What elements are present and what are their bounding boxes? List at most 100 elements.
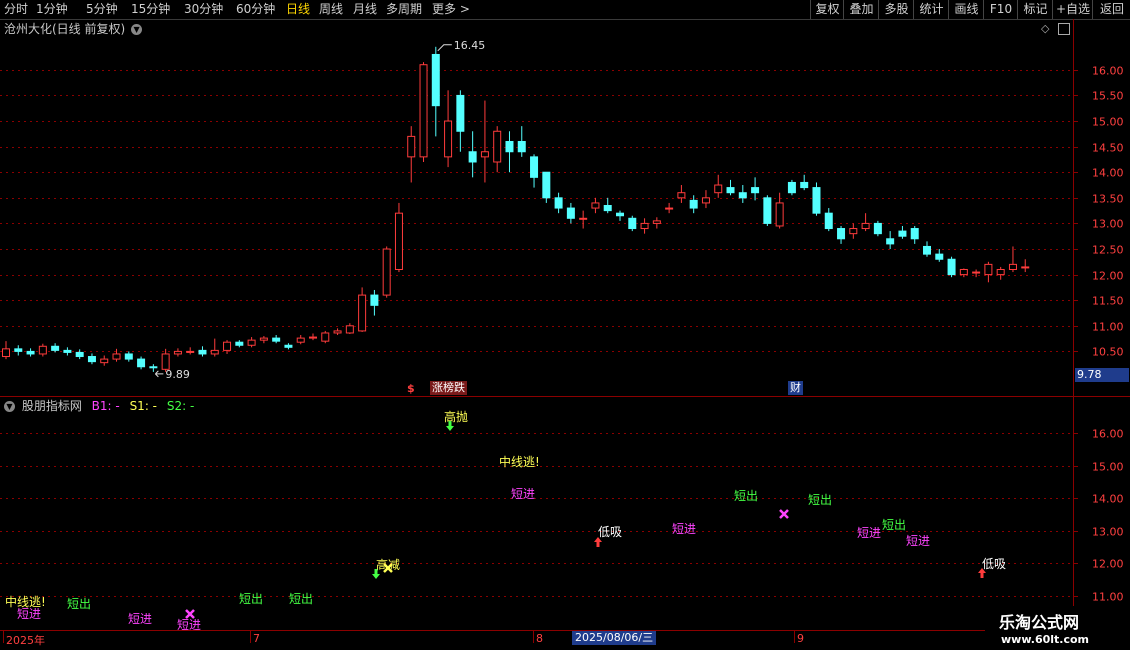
period-tab-5min[interactable]: 5分钟 (86, 1, 118, 18)
mark-button[interactable]: 标记 (1017, 0, 1053, 19)
indicator-y-label: 12.00 (1092, 558, 1124, 571)
signal-label: 短进 (17, 607, 41, 621)
candle-body (51, 345, 60, 351)
event-badge-finance[interactable]: 财 (788, 381, 803, 395)
date-label-sep: 9 (797, 632, 804, 645)
candle-body (407, 135, 416, 158)
period-tab-weekly[interactable]: 周线 (319, 1, 343, 18)
candle-body (996, 268, 1005, 276)
period-tab-multi[interactable]: 多周期 (386, 1, 422, 18)
signal-label: 低吸 (598, 525, 622, 539)
indicator-chart[interactable]: 16.0015.0014.0013.0012.0011.00中线逃!短进短出短进… (0, 397, 1130, 630)
period-tab-intraday[interactable]: 分时 (4, 1, 28, 18)
period-tab-15min[interactable]: 15分钟 (131, 1, 170, 18)
y-tick-label: 11.00 (1092, 321, 1124, 334)
statistics-button[interactable]: 统计 (913, 0, 949, 19)
y-tick-label: 12.00 (1092, 270, 1124, 283)
candle-body (75, 351, 84, 358)
candle-body (480, 151, 489, 158)
y-tick-label: 12.50 (1092, 244, 1124, 257)
high-price-label: 16.45 (454, 39, 486, 52)
candlestick-chart[interactable]: 10.50 11.00 11.50 12.00 12.50 13.00 13.50 14.00… (0, 19, 1130, 396)
last-price-badge: 9.78 (1075, 368, 1129, 382)
candle-body (358, 294, 367, 332)
y-tick-label: 11.50 (1092, 295, 1124, 308)
f10-button[interactable]: F10 (983, 0, 1018, 19)
period-tab-30min[interactable]: 30分钟 (184, 1, 223, 18)
date-tick-jul (250, 631, 251, 643)
signal-label: 短进 (511, 487, 535, 501)
period-tab-1min[interactable]: 1分钟 (36, 1, 68, 18)
date-label-year: 2025年 (6, 634, 45, 647)
candle-body (738, 192, 747, 199)
indicator-y-label: 13.00 (1092, 526, 1124, 539)
candle-body (272, 337, 281, 342)
candle-body (186, 350, 195, 353)
candle-body (898, 230, 907, 237)
date-axis: 2025年 7 8 9 2025/08/06/三 (0, 631, 1130, 650)
low-arrow (155, 370, 164, 378)
candle-body (517, 141, 526, 153)
signal-label: 低吸 (982, 557, 1006, 571)
candle-body (640, 222, 649, 230)
candle-body (701, 197, 710, 204)
candle-body (419, 64, 428, 158)
back-button[interactable]: 返回 (1092, 0, 1130, 19)
period-toolbar: 分时 1分钟 5分钟 15分钟 30分钟 60分钟 日线 周线 月线 多周期 更… (0, 0, 1130, 20)
candle-body (714, 184, 723, 194)
y-tick-label: 14.00 (1092, 167, 1124, 180)
signal-label: 短进 (177, 618, 201, 630)
candle-body (235, 341, 244, 346)
candle-body (223, 341, 232, 351)
candle-body (923, 245, 931, 255)
cross-marker-icon (779, 509, 789, 519)
signal-label: 短出 (239, 592, 263, 606)
candle-body (333, 330, 342, 334)
candle-body (1008, 263, 1017, 270)
candle-body (505, 141, 514, 153)
candle-body (382, 248, 391, 296)
candle-body (787, 181, 796, 194)
candle-body (468, 151, 477, 163)
candle-body (554, 197, 563, 209)
event-badge-limit[interactable]: 涨榜跌 (430, 381, 467, 395)
signal-label: 短出 (734, 489, 758, 503)
candle-body (321, 332, 330, 342)
period-tab-monthly[interactable]: 月线 (353, 1, 377, 18)
candle-body (763, 197, 772, 224)
period-tab-more[interactable]: 更多 > (432, 1, 470, 18)
candle-body (751, 187, 760, 194)
date-tick-year (3, 631, 4, 643)
multi-stock-button[interactable]: 多股 (878, 0, 914, 19)
signal-label: 短进 (672, 522, 696, 536)
candle-body (566, 207, 575, 219)
candle-body (910, 228, 919, 240)
candle-body (947, 258, 956, 276)
candle-body (837, 228, 846, 240)
add-watchlist-button[interactable]: +自选 (1052, 0, 1093, 19)
cross-marker-icon (185, 609, 195, 619)
cursor-date-badge: 2025/08/06/三 (572, 631, 657, 645)
signal-label: 短出 (289, 592, 313, 606)
candle-body (210, 349, 219, 355)
restore-rights-button[interactable]: 复权 (810, 0, 844, 19)
candle-body (972, 271, 981, 274)
candle-body (775, 202, 784, 227)
period-tab-daily[interactable]: 日线 (286, 1, 310, 18)
candle-body (886, 238, 895, 245)
event-badge-dollar[interactable]: $ (407, 382, 415, 395)
candle-body (198, 349, 207, 355)
y-tick-label: 13.00 (1092, 218, 1124, 231)
watermark-url: www.60lt.com (1001, 633, 1090, 646)
period-tab-60min[interactable]: 60分钟 (236, 1, 275, 18)
date-label-jul: 7 (253, 632, 260, 645)
overlay-button[interactable]: 叠加 (843, 0, 879, 19)
candle-body (812, 187, 821, 214)
candle-body (63, 349, 72, 353)
candle-body (873, 222, 882, 235)
y-tick-label: 14.50 (1092, 142, 1124, 155)
date-tick-aug (533, 631, 534, 643)
draw-line-button[interactable]: 画线 (948, 0, 984, 19)
candle-body (309, 336, 317, 339)
candle-body (2, 348, 10, 358)
